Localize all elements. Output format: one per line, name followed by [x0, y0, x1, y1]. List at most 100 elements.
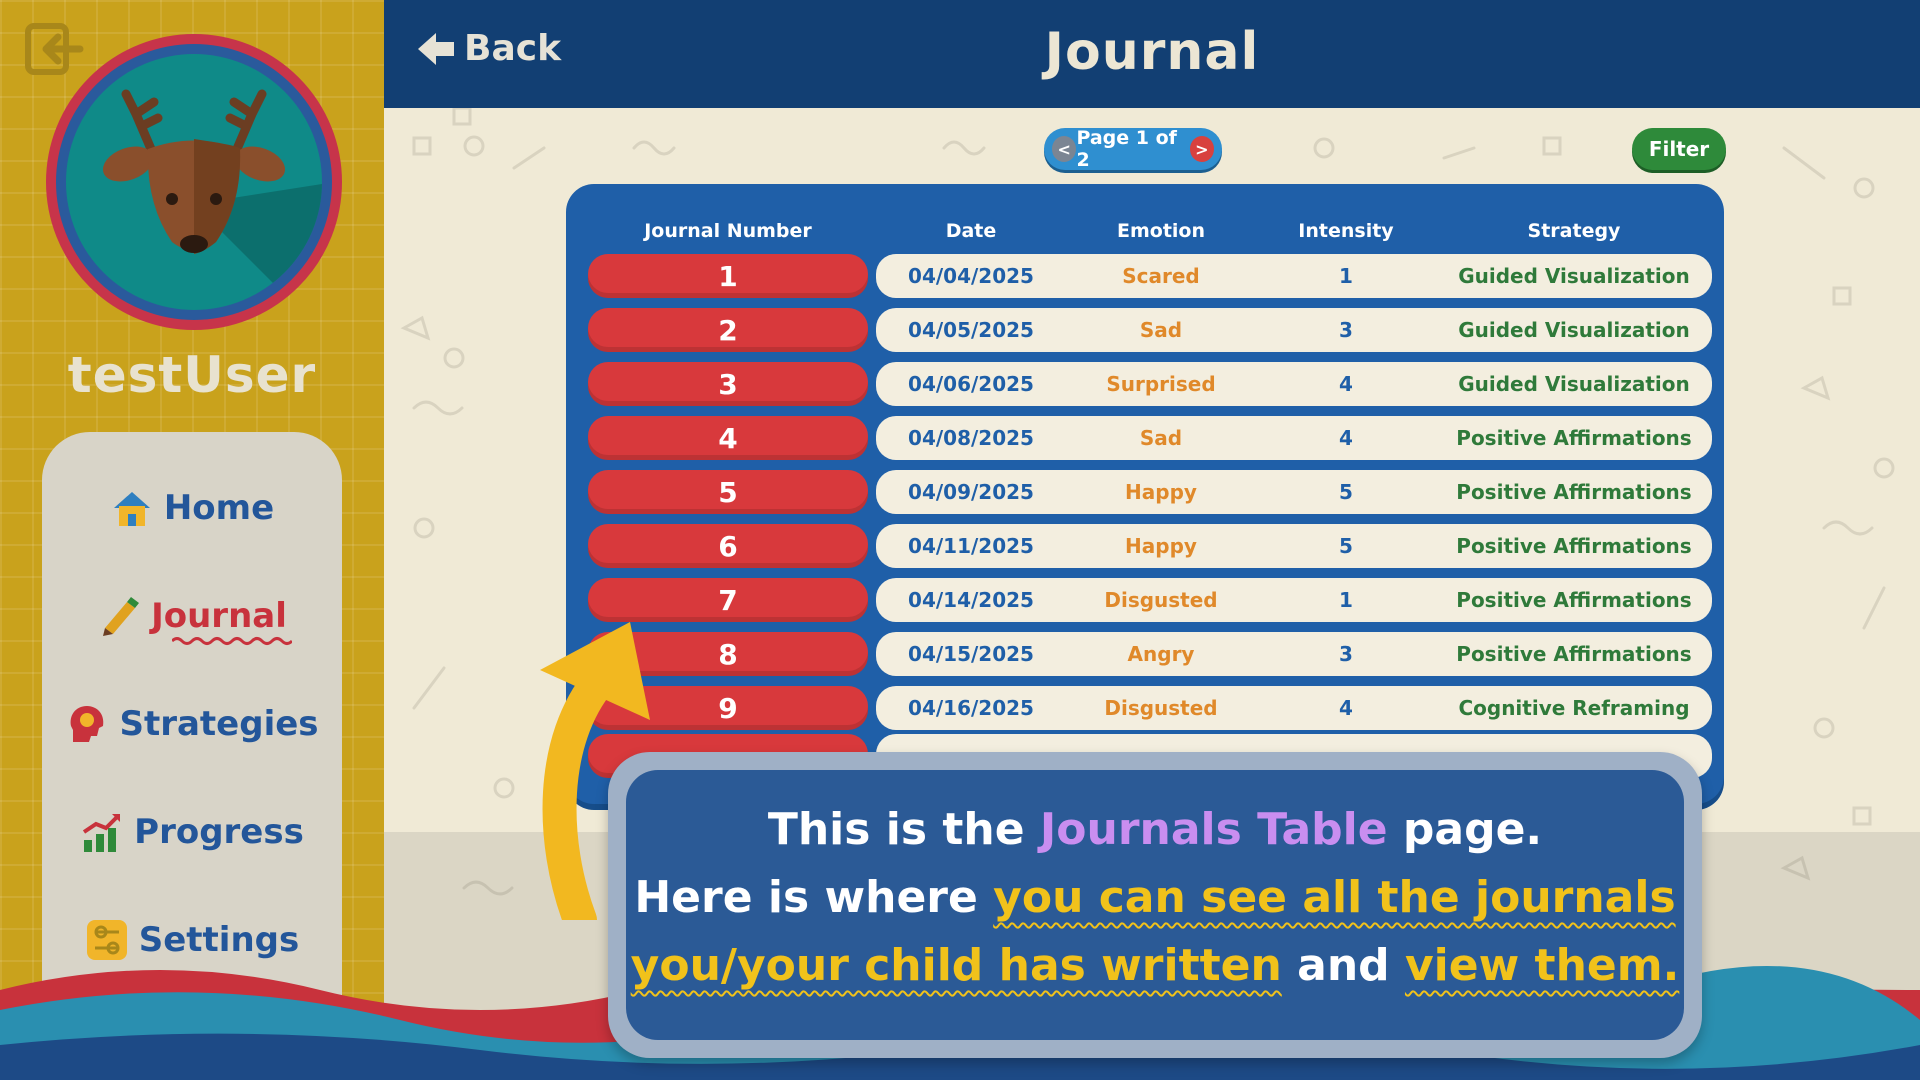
- cell-emotion: Sad: [1139, 426, 1183, 450]
- cell-emotion: Sad: [1139, 318, 1183, 342]
- tutorial-text: Here is where: [634, 872, 994, 923]
- table-row[interactable]: 4 04/08/2025 Sad 4 Positive Affirmations: [588, 416, 1712, 460]
- next-page-button[interactable]: >: [1189, 136, 1214, 162]
- journal-number-button[interactable]: 2: [588, 308, 868, 352]
- cell-strategy: Positive Affirmations: [1456, 588, 1692, 612]
- nav-item-strategies[interactable]: Strategies: [42, 692, 342, 756]
- nav-label-progress: Progress: [134, 812, 304, 852]
- journal-data-row[interactable]: 04/11/2025 Happy 5 Positive Affirmations: [876, 524, 1712, 568]
- journal-number-button[interactable]: 6: [588, 524, 868, 568]
- avatar[interactable]: [46, 34, 342, 330]
- table-row[interactable]: 5 04/09/2025 Happy 5 Positive Affirmations: [588, 470, 1712, 514]
- journal-data-row[interactable]: 04/08/2025 Sad 4 Positive Affirmations: [876, 416, 1712, 460]
- tutorial-highlight-yellow: view them.: [1404, 940, 1680, 991]
- tutorial-callout: This is the Journals Table page. Here is…: [608, 752, 1702, 1058]
- cell-date: 04/08/2025: [908, 426, 1034, 450]
- pencil-icon: [103, 597, 140, 636]
- sidebar: testUser Home Journal Strategies Progres…: [0, 0, 384, 1080]
- tutorial-highlight-yellow: you can see all the journals: [993, 872, 1676, 923]
- column-header-date: Date: [945, 220, 997, 242]
- cell-date: 04/04/2025: [908, 264, 1034, 288]
- cell-strategy: Guided Visualization: [1458, 372, 1690, 396]
- nav-item-progress[interactable]: Progress: [42, 800, 342, 864]
- nav-item-home[interactable]: Home: [42, 476, 342, 540]
- nav-label-strategies: Strategies: [119, 704, 319, 744]
- tutorial-line-2: Here is where you can see all the journa…: [626, 872, 1684, 923]
- cell-intensity: 5: [1339, 534, 1353, 558]
- header: Back Journal: [384, 0, 1920, 108]
- cell-intensity: 4: [1339, 372, 1353, 396]
- cell-strategy: Positive Affirmations: [1456, 426, 1692, 450]
- cell-emotion: Angry: [1127, 642, 1195, 666]
- tutorial-text: This is the: [767, 804, 1040, 855]
- journal-number-button[interactable]: 1: [588, 254, 868, 298]
- cell-emotion: Happy: [1125, 534, 1197, 558]
- tutorial-highlight-yellow: you/your child has written: [630, 940, 1282, 991]
- cell-intensity: 1: [1339, 264, 1353, 288]
- table-row[interactable]: 3 04/06/2025 Surprised 4 Guided Visualizatio…: [588, 362, 1712, 406]
- cell-intensity: 1: [1339, 588, 1353, 612]
- cell-intensity: 4: [1339, 426, 1353, 450]
- table-row[interactable]: 7 04/14/2025 Disgusted 1 Positive Affirmatio…: [588, 578, 1712, 622]
- column-header-intensity: Intensity: [1298, 220, 1394, 242]
- table-row[interactable]: 9 04/16/2025 Disgusted 4 Cognitive Reframing: [588, 686, 1712, 730]
- tutorial-line-1: This is the Journals Table page.: [626, 804, 1684, 855]
- journal-table: Journal Number Date Emotion Intensity St…: [566, 184, 1724, 804]
- active-underline: [172, 637, 292, 645]
- head-icon: [71, 706, 104, 742]
- cell-date: 04/09/2025: [908, 480, 1034, 504]
- filter-button[interactable]: Filter: [1632, 128, 1726, 170]
- cell-strategy: Cognitive Reframing: [1458, 696, 1690, 720]
- journal-data-row[interactable]: 04/06/2025 Surprised 4 Guided Visualization: [876, 362, 1712, 406]
- journal-data-row[interactable]: 04/04/2025 Scared 1 Guided Visualization: [876, 254, 1712, 298]
- tutorial-text: and: [1281, 940, 1405, 991]
- journal-data-row[interactable]: 04/16/2025 Disgusted 4 Cognitive Reframing: [876, 686, 1712, 730]
- journal-number-button[interactable]: 5: [588, 470, 868, 514]
- cell-strategy: Positive Affirmations: [1456, 480, 1692, 504]
- cell-emotion: Happy: [1125, 480, 1197, 504]
- table-row[interactable]: 8 04/15/2025 Angry 3 Positive Affirmations: [588, 632, 1712, 676]
- journal-data-row[interactable]: 04/14/2025 Disgusted 1 Positive Affirmation…: [876, 578, 1712, 622]
- cell-strategy: Positive Affirmations: [1456, 642, 1692, 666]
- cell-date: 04/11/2025: [908, 534, 1034, 558]
- house-icon: [113, 492, 150, 526]
- cell-strategy: Guided Visualization: [1458, 318, 1690, 342]
- table-row[interactable]: 1 04/04/2025 Scared 1 Guided Visualization: [588, 254, 1712, 298]
- nav-label-journal: Journal: [151, 596, 287, 636]
- cell-emotion: Surprised: [1106, 372, 1216, 396]
- cell-date: 04/16/2025: [908, 696, 1034, 720]
- pagination: < Page 1 of 2 >: [1044, 127, 1222, 171]
- tutorial-highlight-purple: Journals Table: [1039, 804, 1388, 855]
- column-header-journal-number: Journal Number: [644, 220, 812, 242]
- cell-intensity: 3: [1339, 642, 1353, 666]
- table-row[interactable]: 6 04/11/2025 Happy 5 Positive Affirmations: [588, 524, 1712, 568]
- nav-item-journal[interactable]: Journal: [42, 584, 342, 648]
- page-indicator: Page 1 of 2: [1076, 127, 1177, 171]
- journal-number-button[interactable]: 7: [588, 578, 868, 622]
- username: testUser: [67, 346, 317, 404]
- table-row[interactable]: 2 04/05/2025 Sad 3 Guided Visualization: [588, 308, 1712, 352]
- deer-icon: [102, 89, 322, 310]
- nav-label-home: Home: [163, 488, 275, 528]
- cell-date: 04/05/2025: [908, 318, 1034, 342]
- journal-data-row[interactable]: 04/15/2025 Angry 3 Positive Affirmations: [876, 632, 1712, 676]
- column-header-emotion: Emotion: [1116, 220, 1205, 242]
- journal-number-button[interactable]: 3: [588, 362, 868, 406]
- column-header-strategy: Strategy: [1527, 220, 1621, 242]
- journal-data-row[interactable]: 04/09/2025 Happy 5 Positive Affirmations: [876, 470, 1712, 514]
- tutorial-text: page.: [1387, 804, 1543, 855]
- cell-date: 04/14/2025: [908, 588, 1034, 612]
- cell-emotion: Disgusted: [1104, 588, 1218, 612]
- journal-number-button[interactable]: 4: [588, 416, 868, 460]
- chart-up-icon: [83, 814, 121, 852]
- tutorial-line-3: you/your child has written and view them…: [626, 940, 1684, 991]
- cell-intensity: 5: [1339, 480, 1353, 504]
- cell-emotion: Scared: [1122, 264, 1200, 288]
- cell-intensity: 3: [1339, 318, 1353, 342]
- journal-data-row[interactable]: 04/05/2025 Sad 3 Guided Visualization: [876, 308, 1712, 352]
- logout-icon[interactable]: [24, 22, 84, 78]
- cell-date: 04/06/2025: [908, 372, 1034, 396]
- tutorial-panel: This is the Journals Table page. Here is…: [626, 770, 1684, 1040]
- cell-emotion: Disgusted: [1104, 696, 1218, 720]
- previous-page-button[interactable]: <: [1052, 136, 1077, 162]
